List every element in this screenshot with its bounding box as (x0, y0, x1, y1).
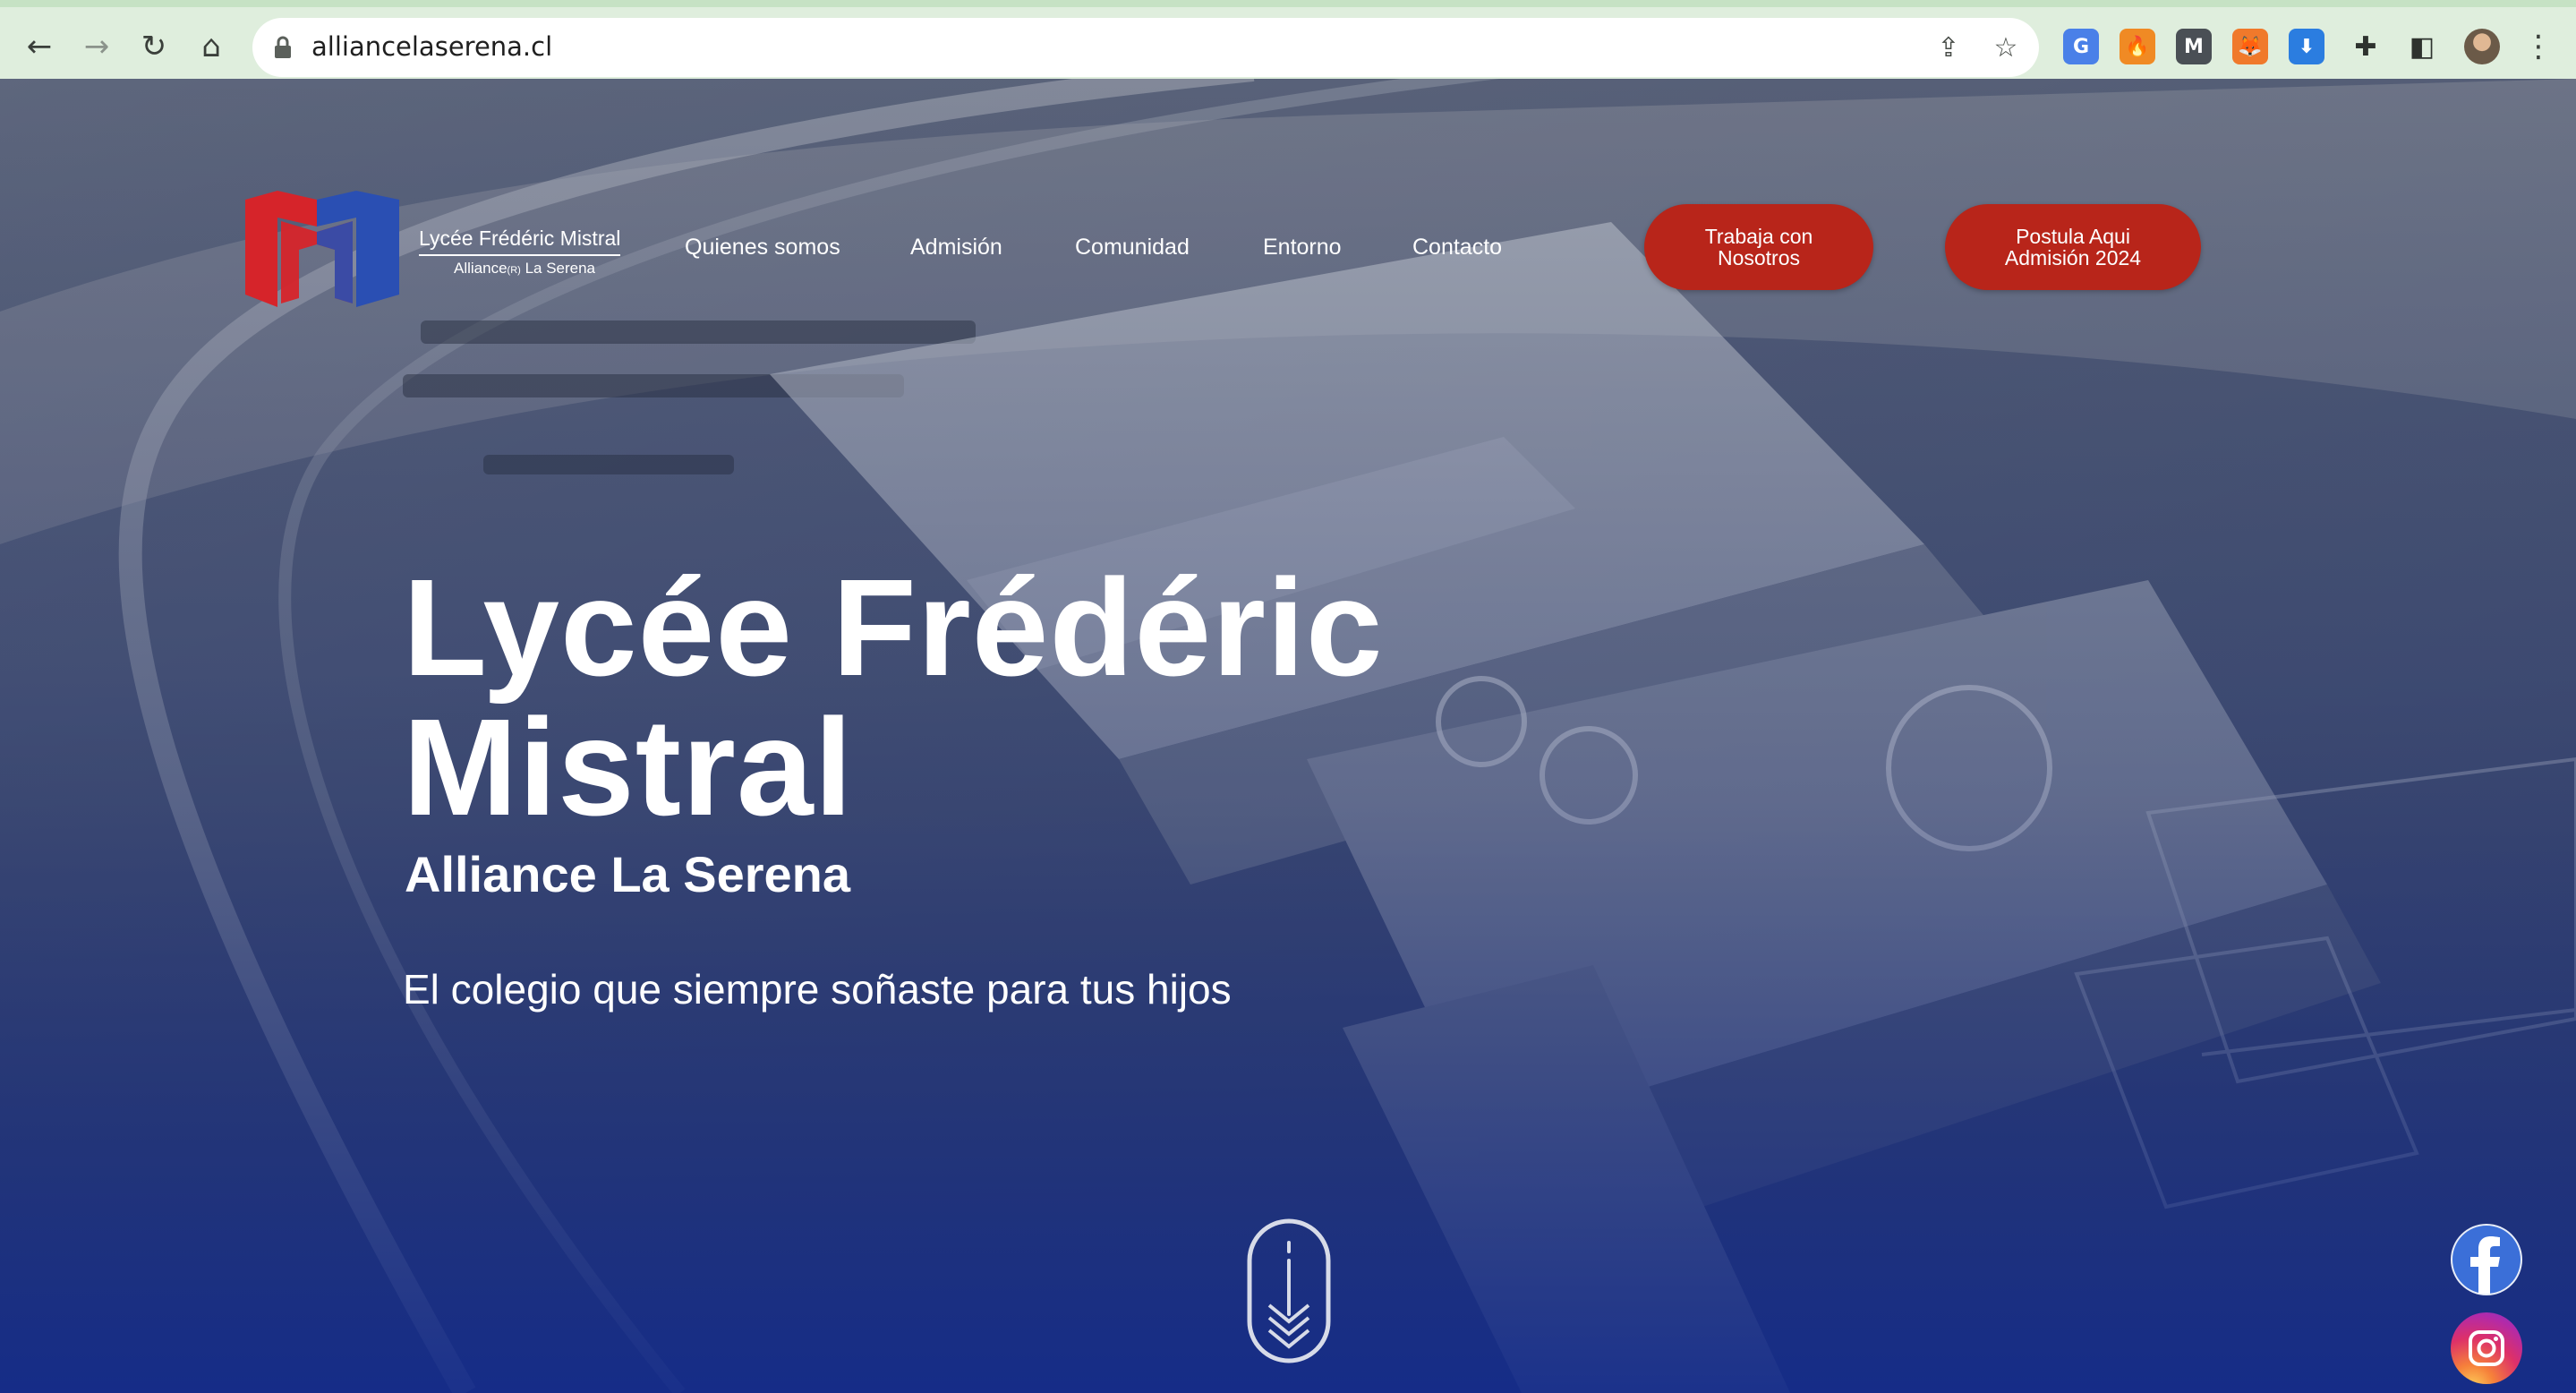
browser-toolbar: ← → ↻ ⌂ alliancelaserena.cl ⇪ ☆ G 🔥 M 🦊 ⬇ ✚ ◧ … (0, 0, 2576, 79)
apply-admission-button[interactable]: Postula Aqui Admisión 2024 (1945, 204, 2201, 290)
translate-extension-icon[interactable]: G (2063, 29, 2099, 64)
nav-entorno[interactable]: Entorno (1263, 235, 1342, 261)
download-extension-icon[interactable]: ⬇ (2289, 29, 2324, 64)
hero-tagline: El colegio que siempre soñaste para tus … (403, 966, 1232, 1013)
hero-title-line2: Mistral (403, 690, 854, 844)
profile-avatar[interactable] (2464, 29, 2500, 64)
back-icon[interactable]: ← (20, 27, 59, 66)
work-with-us-button[interactable]: Trabaja con Nosotros (1644, 204, 1873, 290)
hero-subtitle: Alliance La Serena (405, 846, 851, 902)
bookmark-star-icon[interactable]: ☆ (1989, 30, 2023, 64)
brand-subtitle-alliance: Alliance (454, 260, 508, 277)
home-icon[interactable]: ⌂ (192, 27, 231, 66)
m-extension-icon[interactable]: M (2176, 29, 2212, 64)
browser-menu-icon[interactable]: ⋮ (2519, 27, 2558, 66)
school-logo[interactable] (242, 191, 412, 307)
brand-subtitle: Alliance(R) La Serena (454, 260, 596, 277)
facebook-icon[interactable] (2451, 1224, 2522, 1295)
hero-title: Lycée Frédéric Mistral (403, 558, 1656, 837)
hero-title-line1: Lycée Frédéric (403, 551, 1384, 705)
work-with-us-line1: Trabaja con (1704, 225, 1813, 248)
lock-icon (275, 36, 291, 58)
forward-icon[interactable]: → (77, 27, 116, 66)
work-with-us-line2: Nosotros (1717, 246, 1801, 269)
sidepanel-icon[interactable]: ◧ (2404, 29, 2440, 64)
nav-admision[interactable]: Admisión (910, 235, 1002, 261)
reload-icon[interactable]: ↻ (134, 27, 174, 66)
scroll-down-icon[interactable] (1244, 1216, 1334, 1366)
share-icon[interactable]: ⇪ (1932, 30, 1966, 64)
fox-extension-icon[interactable]: 🦊 (2232, 29, 2268, 64)
apply-line1: Postula Aqui (2016, 225, 2130, 248)
fire-extension-icon[interactable]: 🔥 (2120, 29, 2155, 64)
url-text[interactable]: alliancelaserena.cl (311, 31, 552, 62)
puzzle-extensions-icon[interactable]: ✚ (2348, 29, 2384, 64)
brand-title[interactable]: Lycée Frédéric Mistral (419, 226, 621, 256)
nav-comunidad[interactable]: Comunidad (1075, 235, 1190, 261)
hero-section: Lycée Frédéric Mistral Alliance(R) La Se… (0, 79, 2576, 1393)
nav-contacto[interactable]: Contacto (1412, 235, 1502, 261)
nav-quienes-somos[interactable]: Quienes somos (685, 235, 840, 261)
address-bar[interactable]: alliancelaserena.cl ⇪ ☆ (252, 18, 2039, 77)
brand-subtitle-city: La Serena (525, 260, 596, 277)
apply-line2: Admisión 2024 (2004, 246, 2142, 269)
instagram-icon[interactable] (2451, 1312, 2522, 1384)
